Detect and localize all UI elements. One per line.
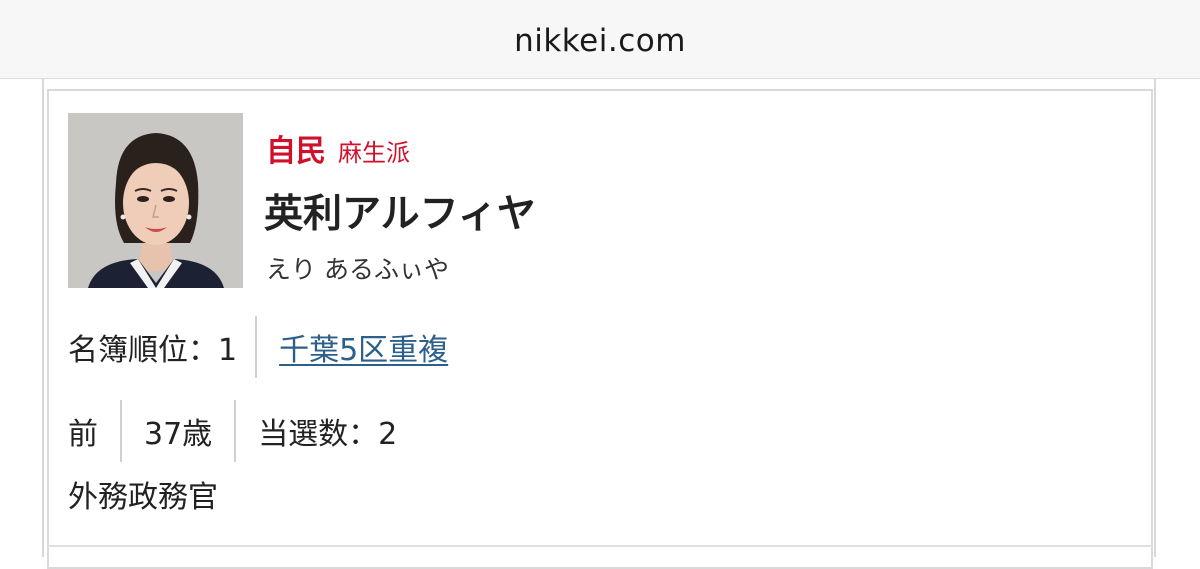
- candidate-photo: [68, 113, 243, 288]
- party-name: 自民: [266, 134, 326, 169]
- profile-row: 前 37歳 当選数：2: [68, 400, 397, 462]
- district-link[interactable]: 千葉5区重複: [257, 325, 448, 369]
- candidate-post: 外務政務官: [68, 480, 218, 515]
- times-elected: 当選数：2: [258, 417, 398, 452]
- party-affiliation: 自民 麻生派: [266, 126, 410, 169]
- candidate-name: 英利アルフィヤ: [264, 192, 536, 237]
- candidate-age: 37歳: [144, 417, 213, 452]
- candidate-name-kana: えり あるふぃや: [266, 255, 449, 284]
- card-bottom-divider: [47, 545, 1153, 547]
- browser-url-bar[interactable]: nikkei.com: [0, 0, 1200, 79]
- portrait-image: [68, 113, 243, 288]
- url-text[interactable]: nikkei.com: [514, 23, 686, 59]
- faction-name: 麻生派: [338, 139, 410, 167]
- list-rank: 名簿順位：1: [68, 333, 238, 368]
- incumbency-status: 前: [68, 417, 98, 452]
- rank-row: 名簿順位：1 千葉5区重複: [68, 316, 448, 378]
